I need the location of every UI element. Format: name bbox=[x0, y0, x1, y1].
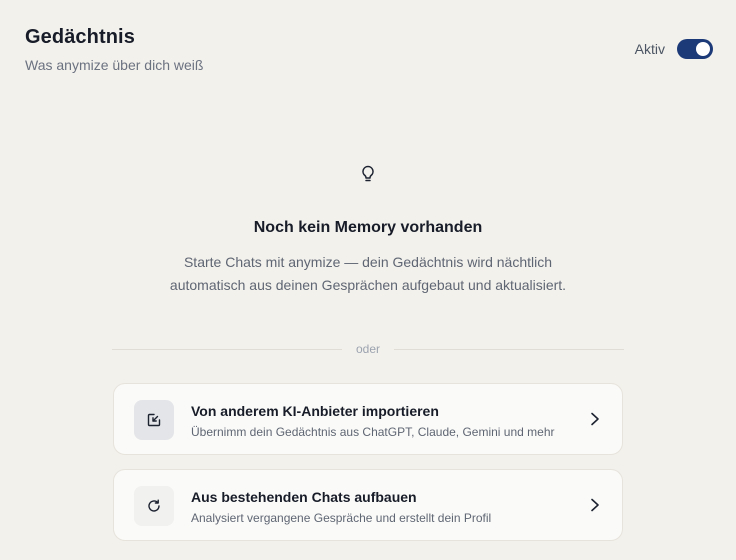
import-from-provider-button[interactable]: Von anderem KI-Anbieter importieren Über… bbox=[113, 383, 623, 455]
card-title: Aus bestehenden Chats aufbauen bbox=[191, 489, 417, 505]
empty-state: Noch kein Memory vorhanden Starte Chats … bbox=[0, 164, 736, 297]
build-from-chats-button[interactable]: Aus bestehenden Chats aufbauen Analysier… bbox=[113, 469, 623, 541]
import-icon bbox=[134, 400, 174, 440]
card-subtitle: Übernimm dein Gedächtnis aus ChatGPT, Cl… bbox=[191, 425, 555, 439]
page-subtitle: Was anymize über dich weiß bbox=[25, 57, 204, 73]
memory-toggle-group: Aktiv bbox=[635, 39, 713, 59]
toggle-label: Aktiv bbox=[634, 41, 665, 57]
chevron-right-icon bbox=[588, 411, 602, 427]
memory-active-toggle[interactable] bbox=[677, 39, 713, 59]
or-divider: oder bbox=[112, 342, 624, 356]
card-text: Von anderem KI-Anbieter importieren Über… bbox=[191, 403, 555, 439]
refresh-icon bbox=[134, 486, 174, 526]
toggle-knob bbox=[696, 42, 710, 56]
empty-state-text: Starte Chats mit anymize — dein Gedächtn… bbox=[169, 254, 567, 293]
page-header: Gedächtnis Was anymize über dich weiß bbox=[25, 26, 203, 73]
card-title: Von anderem KI-Anbieter importieren bbox=[191, 403, 439, 419]
chevron-right-icon bbox=[588, 497, 602, 513]
card-subtitle: Analysiert vergangene Gespräche und erst… bbox=[191, 511, 492, 525]
divider-label: oder bbox=[355, 342, 381, 356]
lightbulb-icon bbox=[359, 164, 377, 184]
divider-line bbox=[112, 348, 342, 350]
page-title: Gedächtnis bbox=[25, 26, 135, 48]
empty-state-title: Noch kein Memory vorhanden bbox=[253, 219, 483, 236]
card-text: Aus bestehenden Chats aufbauen Analysier… bbox=[191, 489, 491, 525]
divider-line bbox=[394, 348, 624, 350]
